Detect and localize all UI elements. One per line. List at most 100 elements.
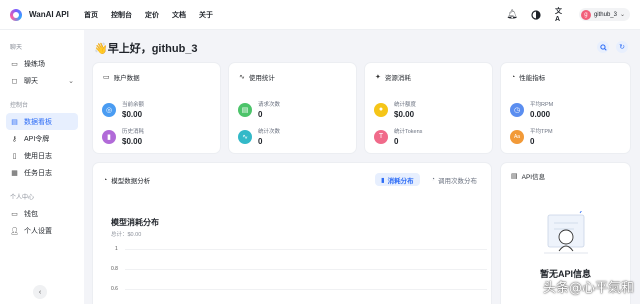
user-name: github_3 (593, 11, 617, 18)
bar-chart-icon: ▮ (381, 176, 385, 184)
top-nav: 首页 控制台 定价 文档 关于 (84, 10, 213, 20)
empty-state-illustration (544, 211, 588, 254)
card-title: 模型数据分析 (111, 178, 151, 185)
balance-icon: ◎ (102, 102, 116, 117)
sidebar-item-api-token[interactable]: ⚷ API令牌 (6, 130, 78, 147)
pulse-icon: ∿ (238, 129, 252, 144)
sidebar-item-label: API令牌 (24, 135, 50, 143)
chevron-down-icon: ⌄ (619, 12, 625, 18)
sidebar-item-dashboard[interactable]: ▤ 数据看板 (6, 113, 78, 130)
playground-icon: ▭ (11, 60, 18, 68)
stat-value: $0.00 (394, 110, 415, 119)
sidebar-item-task-log[interactable]: ▦ 任务日志 (6, 164, 78, 181)
chevron-left-icon: ‹ (38, 288, 42, 296)
language-icon[interactable]: 文A (555, 8, 565, 23)
sidebar-item-settings[interactable]: 👤︎ 个人设置 (6, 222, 78, 239)
stat-label: 统计次数 (258, 129, 281, 135)
stat-value: 0.000 (530, 110, 551, 119)
nav-console[interactable]: 控制台 (111, 10, 132, 20)
tab-label: 消耗分布 (387, 177, 414, 185)
refresh-button[interactable]: ↻ (616, 41, 628, 53)
nav-about[interactable]: 关于 (199, 10, 213, 20)
stat-label: 请求次数 (258, 102, 281, 108)
app-name: WanAI API (29, 10, 69, 19)
stat-label: 平均RPM (530, 102, 554, 108)
stat-label: 统计Tokens (394, 129, 423, 135)
sidebar-section-personal: 个人中心 (10, 195, 35, 201)
app-logo (10, 8, 22, 21)
refresh-icon: ↻ (619, 44, 625, 51)
model-analysis-card: ◔ 模型数据分析 ▮ 消耗分布 ◔ 调用次数分布 模型消耗分布 总计：$0.00 1 … (92, 162, 492, 304)
text-icon: T (374, 129, 388, 144)
nav-home[interactable]: 首页 (84, 10, 98, 20)
performance-card: ◔ 性能指标 ◷ 平均RPM 0.000 Aa 平均TPM 0 (500, 62, 631, 154)
account-card: ▭ 账户数据 ◎ 当前余额 $0.00 ▮ 历史消耗 $0.00 (92, 62, 221, 154)
card-title: 性能指标 (519, 75, 546, 82)
gridline (125, 269, 487, 270)
sidebar-item-chat[interactable]: ◻ 聊天 ⌄ (6, 72, 78, 89)
nav-docs[interactable]: 文档 (172, 10, 186, 20)
gridline (125, 249, 487, 250)
stat-label: 平均TPM (530, 129, 553, 135)
wallet-icon: ▭ (11, 210, 18, 218)
usage-card: ∿ 使用统计 ▤ 请求次数 0 ∿ 统计次数 0 (228, 62, 357, 154)
sidebar-item-label: 操练场 (24, 60, 45, 68)
resource-card: ✦ 资源消耗 ● 统计额度 $0.00 T 统计Tokens 0 (364, 62, 493, 154)
zap-icon: ✦ (375, 74, 381, 81)
pie-chart-icon: ◔ (103, 176, 108, 184)
stat-value: 0 (258, 110, 263, 119)
brand[interactable]: WanAI API (10, 8, 84, 21)
tab-call-count[interactable]: ◔ 调用次数分布 (425, 173, 483, 186)
avatar: g (580, 9, 591, 20)
key-icon: ⚷ (11, 135, 18, 143)
y-tick-label: 0.8 (111, 266, 118, 272)
chevron-down-icon: ⌄ (68, 77, 74, 85)
search-button[interactable] (597, 41, 609, 53)
user-icon: 👤︎ (10, 227, 19, 235)
nav-pricing[interactable]: 定价 (145, 10, 159, 20)
send-icon: ▤ (238, 102, 252, 117)
sidebar-item-wallet[interactable]: ▭ 钱包 (6, 205, 78, 222)
page-title: 👋早上好，github_3 (94, 43, 198, 55)
gauge-icon: ◔ (511, 73, 516, 81)
sidebar-item-label: 使用日志 (24, 152, 52, 160)
sidebar-item-usage-log[interactable]: ▯ 使用日志 (6, 147, 78, 164)
server-icon: ▤ (511, 173, 518, 180)
sidebar-section-console: 控制台 (10, 103, 29, 109)
card-title: API信息 (521, 174, 546, 181)
card-title: 账户数据 (113, 75, 140, 82)
card-title: 使用统计 (248, 75, 275, 82)
tpm-icon: Aa (510, 129, 524, 144)
sidebar-item-label: 任务日志 (24, 169, 52, 177)
sidebar-item-label: 个人设置 (24, 227, 52, 235)
collapse-sidebar-button[interactable]: ‹ (33, 285, 47, 299)
stat-value: 0 (258, 137, 263, 146)
chart-bar-icon: ▮ (102, 129, 116, 144)
sidebar-item-label: 数据看板 (24, 118, 52, 126)
top-bar: WanAI API 首页 控制台 定价 文档 关于 🔔︎ 文A g github… (0, 0, 640, 30)
sidebar-item-label: 聊天 (24, 77, 38, 85)
stat-value: 0 (530, 137, 535, 146)
stat-value: $0.00 (122, 110, 143, 119)
activity-icon: ∿ (239, 74, 245, 81)
wallet-icon: ▭ (103, 74, 110, 81)
stat-value: 0 (394, 137, 399, 146)
coin-icon: ● (374, 102, 388, 117)
chart-title: 模型消耗分布 (111, 218, 159, 227)
sidebar-item-label: 钱包 (24, 210, 38, 218)
theme-toggle-icon[interactable] (531, 9, 541, 20)
user-menu[interactable]: g github_3 ⌄ (578, 8, 630, 21)
tab-consumption[interactable]: ▮ 消耗分布 (375, 173, 420, 186)
chart-subtitle: 总计：$0.00 (111, 232, 142, 238)
y-tick-label: 1 (115, 246, 118, 252)
sidebar-item-playground[interactable]: ▭ 操练场 (6, 55, 78, 72)
sidebar: 聊天 ▭ 操练场 ◻ 聊天 ⌄ 控制台 ▤ 数据看板 ⚷ API令牌 ▯ 使用日… (0, 30, 84, 304)
gridline (125, 289, 487, 290)
y-tick-label: 0.6 (111, 286, 118, 292)
dashboard-icon: ▤ (11, 118, 18, 126)
bell-icon[interactable]: 🔔︎ (506, 9, 517, 20)
search-icon (599, 43, 607, 51)
stat-value: $0.00 (122, 137, 143, 146)
chat-icon: ◻ (11, 77, 18, 85)
stat-label: 统计额度 (394, 102, 417, 108)
